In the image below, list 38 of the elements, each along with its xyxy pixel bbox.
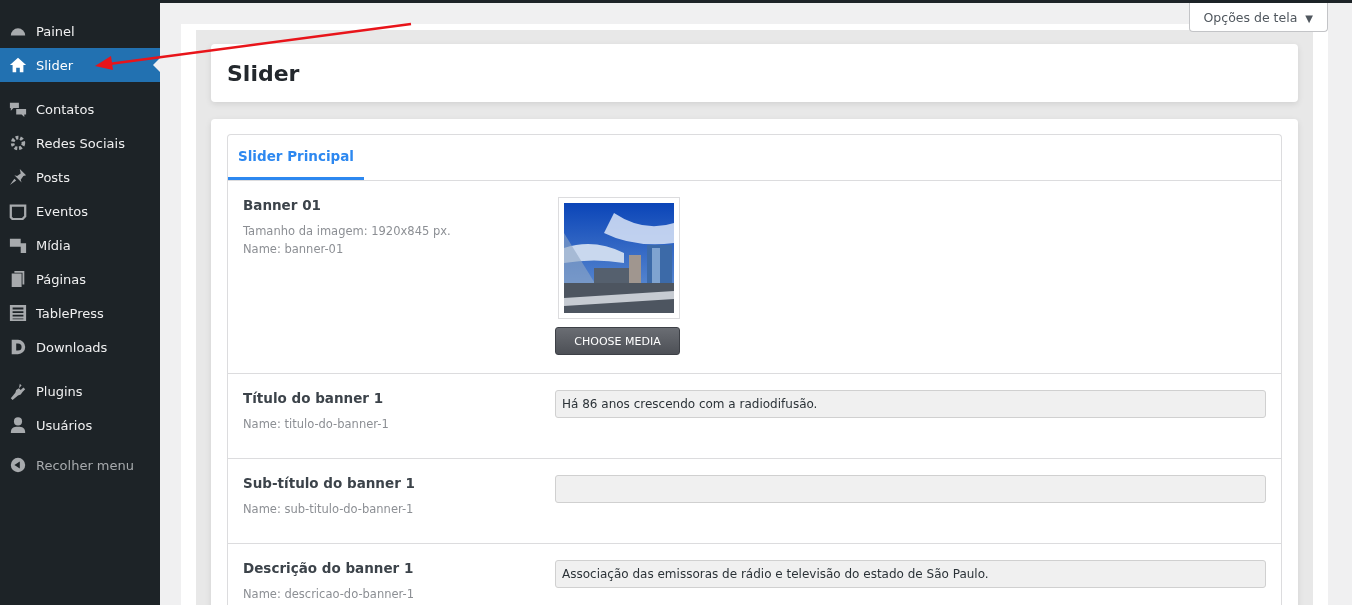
choose-media-button[interactable]: CHOOSE MEDIA — [555, 327, 680, 355]
text-field[interactable] — [555, 475, 1266, 503]
plug-icon — [9, 382, 27, 400]
field-hint: Name: banner-01 — [243, 241, 345, 258]
collapse-icon — [9, 456, 27, 474]
sidebar-item[interactable]: Plugins — [0, 374, 160, 408]
text-field[interactable]: Associação das emissoras de rádio e televisão do estado de São Paulo. — [555, 560, 1266, 588]
sidebar-item[interactable]: Eventos — [0, 194, 160, 228]
sidebar-item[interactable]: Páginas — [0, 262, 160, 296]
field-label: Banner 01 — [243, 197, 322, 213]
field-hint: Name: titulo-do-banner-1 — [243, 416, 390, 433]
collapse-menu-button[interactable]: Recolher menu — [0, 448, 160, 482]
pin-icon — [9, 168, 27, 186]
page-title: Slider — [227, 60, 300, 86]
user-icon — [9, 416, 27, 434]
gear-icon — [9, 134, 27, 152]
text-field[interactable]: Há 86 anos crescendo com a radiodifusão. — [555, 390, 1266, 418]
sidebar-item[interactable]: Slider — [0, 48, 160, 82]
sidebar-item[interactable]: Redes Sociais — [0, 126, 160, 160]
sidebar-item[interactable]: Contatos — [0, 92, 160, 126]
chat-icon — [9, 100, 27, 118]
pages-icon — [9, 270, 27, 288]
sidebar-item[interactable]: Posts — [0, 160, 160, 194]
screen-options-button[interactable]: Opções de tela ▼ — [1188, 3, 1328, 32]
sidebar-item[interactable]: Downloads — [0, 330, 160, 364]
sidebar-item[interactable]: Usuários — [0, 408, 160, 442]
tab[interactable]: Slider Principal — [228, 135, 364, 180]
field-label: Título do banner 1 — [243, 390, 385, 406]
field-hint: Name: sub-titulo-do-banner-1 — [243, 501, 415, 518]
field-label: Sub-título do banner 1 — [243, 475, 416, 491]
home-icon — [9, 56, 27, 74]
field-hint: Name: descricao-do-banner-1 — [243, 586, 415, 603]
field-hint: Tamanho da imagem: 1920x845 px. — [243, 223, 452, 240]
sidebar-item[interactable]: Mídia — [0, 228, 160, 262]
sidebar-item[interactable]: TablePress — [0, 296, 160, 330]
field-label: Descrição do banner 1 — [243, 560, 415, 576]
sidebar-item[interactable]: Painel — [0, 14, 160, 48]
table-icon — [9, 304, 27, 322]
